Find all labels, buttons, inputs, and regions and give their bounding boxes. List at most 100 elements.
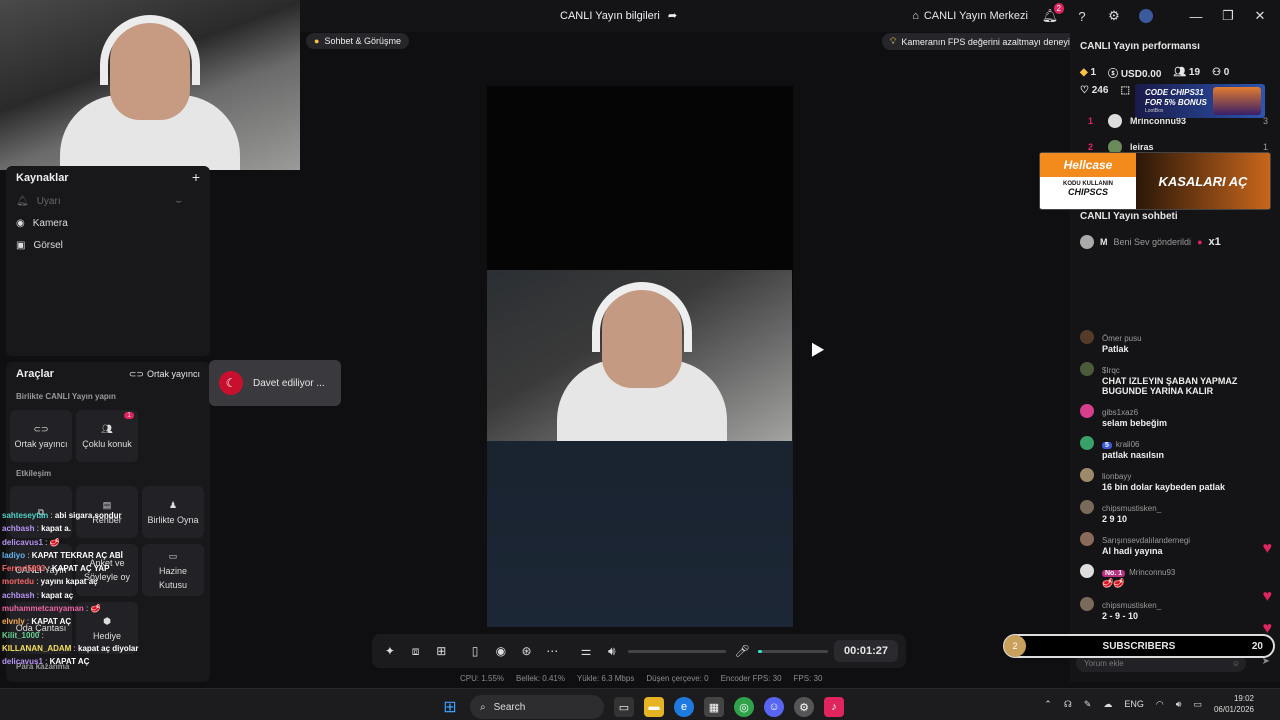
mic-slider[interactable] [758, 649, 828, 653]
cohost-link[interactable]: ⊂⊃ Ortak yayıncı [129, 369, 200, 380]
chrome-icon[interactable]: ◎ [734, 697, 754, 717]
chat-message[interactable]: Ömer pusu Patlak [1080, 326, 1270, 358]
headset-icon[interactable]: ☊ [1064, 699, 1072, 710]
file-explorer-icon[interactable]: ▬ [644, 697, 664, 717]
more-icon[interactable]: ⋯ [542, 640, 562, 662]
chat-user[interactable]: Sarışınsevdalılandernegi [1102, 536, 1190, 545]
chat-text: Al hadi yayına [1102, 546, 1163, 556]
effects-icon[interactable]: ⧈ [406, 640, 426, 662]
chat-message[interactable]: chipsmustisken_ 2 - 9 - 10 [1080, 593, 1270, 625]
chat-text: 🥩🥩 [1102, 578, 1125, 588]
chat-user[interactable]: Ömer pusu [1102, 334, 1142, 343]
speaker-icon[interactable]: 🔊︎ [602, 640, 622, 662]
avatar[interactable] [1080, 532, 1094, 546]
cloud-icon[interactable]: ☁ [1103, 699, 1112, 710]
overlay-chat-text: kapat a. [41, 524, 71, 534]
maximize-icon[interactable]: ❐ [1218, 6, 1238, 26]
chat-message[interactable]: No. 1 Mrinconnu93 🥩🥩 [1080, 560, 1270, 593]
microphone-icon[interactable]: 🎤︎ [732, 640, 752, 662]
fps-tip-pill[interactable]: 💡︎ Kameranın FPS değerini azaltmayı dene… [882, 33, 1083, 50]
viewers-stat: 👥︎ 19 [1173, 67, 1200, 78]
chat-message[interactable]: Sarışınsevdalılandernegi Al hadi yayına [1080, 528, 1270, 560]
avatar[interactable] [1080, 468, 1094, 482]
overlay-chat-text: KAPAT TEKRAR AÇ ABİ [31, 550, 123, 560]
emoji-icon[interactable]: ☺ [1232, 659, 1240, 668]
system-tray: ⌃ ☊ ✎ ☁ ENG ◠ 🔊︎ ▭ 19:02 06/01/2026 [1044, 693, 1254, 715]
settings-gear-icon[interactable]: ⚙ [1104, 6, 1124, 26]
steam-icon[interactable]: ⚙ [794, 697, 814, 717]
hidden-eye-icon[interactable]: ⌣ [175, 196, 182, 207]
volume-slider[interactable] [627, 649, 727, 653]
chat-message[interactable]: gibs1xaz6 selam bebeğim [1080, 400, 1270, 432]
chat-user[interactable]: chipsmustisken_ [1102, 601, 1161, 610]
avatar[interactable] [1080, 564, 1094, 578]
avatar[interactable] [1080, 330, 1094, 344]
avatar[interactable] [1080, 404, 1094, 418]
fps-stat: FPS: 30 [793, 674, 823, 683]
source-item-alert[interactable]: 🔔︎ Uyarı ⌣ [6, 190, 210, 212]
chat-message[interactable]: lionbayy 16 bin dolar kaybeden patlak [1080, 464, 1270, 496]
record-icon[interactable]: ◉ [491, 640, 511, 662]
edge-icon[interactable]: e [674, 697, 694, 717]
language-indicator[interactable]: ENG [1124, 699, 1144, 709]
battery-icon[interactable]: ▭ [1193, 699, 1202, 710]
chat-user[interactable]: gibs1xaz6 [1102, 408, 1138, 417]
chat-user[interactable]: krali06 [1116, 440, 1140, 449]
avatar[interactable] [1080, 362, 1094, 376]
portrait-icon[interactable]: ▯ [465, 640, 485, 662]
volume-icon[interactable]: 🔊︎ [1176, 699, 1182, 710]
notifications-button[interactable]: 🔔︎ 2 [1040, 3, 1064, 26]
source-item-camera[interactable]: ◉ Kamera [6, 212, 210, 234]
gift-count: x1 [1208, 236, 1221, 248]
followers-stat: ⚇ 0 [1212, 67, 1229, 78]
invite-popup[interactable]: ☾ Davet ediliyor ... [209, 360, 341, 406]
chat-message[interactable]: $Irqc CHAT IZLEYIN ŞABAN YAPMAZ BUGUNDE Y… [1080, 358, 1270, 400]
mixer-icon[interactable]: ⚌ [576, 640, 596, 662]
live-center-button[interactable]: ⌂ CANLI Yayın Merkezi [912, 10, 1028, 22]
chat-text: Patlak [1102, 344, 1129, 354]
tiktok-live-icon[interactable]: ♪ [824, 697, 844, 717]
clock[interactable]: 19:02 06/01/2026 [1214, 693, 1254, 715]
task-view-icon[interactable]: ▭ [614, 697, 634, 717]
pen-icon[interactable]: ✎ [1084, 699, 1092, 710]
avatar[interactable] [1080, 597, 1094, 611]
wifi-icon[interactable]: ◠ [1156, 699, 1164, 710]
taskbar-search[interactable]: ⌕ Search [470, 695, 604, 719]
add-source-icon[interactable]: + [192, 170, 200, 184]
chat-user[interactable]: lionbayy [1102, 472, 1131, 481]
diamond-value: 1 [1090, 67, 1097, 78]
chat-message[interactable]: chipsmustisken_ 2 9 10 [1080, 496, 1270, 528]
taskbar: ⊞ ⌕ Search ▭ ▬ e ▦ ◎ ☺ ⚙ ♪ ⌃ ☊ ✎ ☁ ENG ◠… [0, 688, 1280, 720]
source-item-image[interactable]: ▣ Görsel [6, 234, 210, 256]
image-icon: ▣ [16, 239, 26, 251]
close-icon[interactable]: ✕ [1250, 6, 1270, 26]
overlay-chat-line: delicavus1 : KAPAT AÇ [2, 655, 202, 668]
capture-icon[interactable]: ⊛ [517, 640, 537, 662]
chat-user[interactable]: Mrinconnu93 [1129, 568, 1175, 577]
chat-message[interactable]: 5 krali06 patlak nasılsın [1080, 432, 1270, 464]
avatar[interactable] [1080, 436, 1094, 450]
chat-user[interactable]: chipsmustisken_ [1102, 504, 1161, 513]
help-icon[interactable]: ? [1072, 6, 1092, 26]
cohost-button[interactable]: ⊂⊃ Ortak yayıncı [10, 410, 72, 462]
layout-icon[interactable]: ⊞ [431, 640, 451, 662]
chat-message-body: No. 1 Mrinconnu93 🥩🥩 [1102, 564, 1175, 589]
stream-preview[interactable] [487, 86, 793, 627]
chat-mode-pill[interactable]: ● Sohbet & Görüşme [306, 33, 409, 49]
stream-info-title[interactable]: CANLI Yayın bilgileri [560, 10, 660, 22]
discord-icon[interactable]: ☺ [764, 697, 784, 717]
chat-user[interactable]: $Irqc [1102, 366, 1120, 375]
likes-stat: ♡ 246 ⬚ [1080, 85, 1130, 96]
profile-avatar[interactable] [1136, 6, 1156, 26]
windows-start-icon[interactable]: ⊞ [440, 697, 460, 717]
avatar[interactable] [1080, 500, 1094, 514]
magic-wand-icon[interactable]: ✦ [380, 640, 400, 662]
store-icon[interactable]: ▦ [704, 697, 724, 717]
source-label: Kamera [32, 217, 68, 229]
stream-title-bar[interactable]: CANLI Yayın bilgileri ➦ [560, 9, 677, 23]
share-icon[interactable]: ➦ [668, 9, 677, 22]
multi-guest-button[interactable]: 👥︎ Çoklu konuk 1 [76, 410, 138, 462]
gift-text: Beni Sev gönderildi [1113, 237, 1192, 247]
minimize-icon[interactable]: — [1186, 6, 1206, 26]
chevron-up-icon[interactable]: ⌃ [1044, 699, 1052, 710]
